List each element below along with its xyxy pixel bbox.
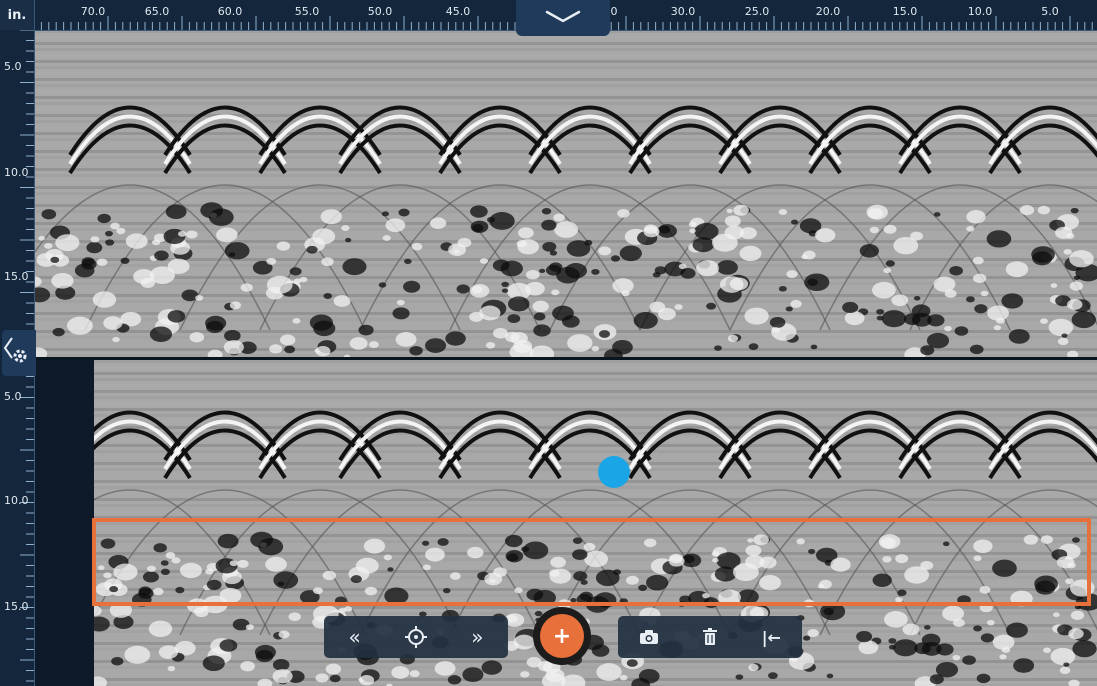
- add-button[interactable]: +: [533, 607, 591, 665]
- depth-tick-label: 5.0: [4, 390, 22, 403]
- edit-toolbar: |←: [618, 616, 802, 658]
- horizontal-tick-label: 45.0: [445, 5, 471, 18]
- trash-icon: [702, 628, 717, 645]
- rewind-button[interactable]: «: [335, 618, 375, 656]
- camera-button[interactable]: [629, 618, 669, 656]
- horizontal-tick-label: 60.0: [217, 5, 243, 18]
- double-chevron-right-icon: »: [471, 625, 484, 649]
- horizontal-tick-label: 55.0: [294, 5, 320, 18]
- camera-icon: [639, 630, 658, 644]
- jump-start-button[interactable]: |←: [751, 618, 791, 656]
- unit-label: in.: [0, 0, 35, 30]
- target-marker[interactable]: [598, 456, 630, 488]
- center-button[interactable]: [396, 618, 436, 656]
- collapse-tab[interactable]: [516, 0, 610, 36]
- double-chevron-left-icon: «: [348, 625, 361, 649]
- delete-button[interactable]: [690, 618, 730, 656]
- horizontal-tick-label: 10.0: [967, 5, 993, 18]
- horizontal-tick-label: 15.0: [892, 5, 918, 18]
- crosshair-icon: [404, 626, 427, 648]
- horizontal-tick-label: 5.0: [1041, 5, 1059, 18]
- gear-icon: [3, 337, 27, 363]
- horizontal-tick-label: 65.0: [144, 5, 170, 18]
- add-button-label: +: [540, 614, 584, 658]
- depth-tick-label: 5.0: [4, 60, 22, 73]
- settings-tab[interactable]: [2, 330, 36, 376]
- horizontal-tick-label: 20.0: [815, 5, 841, 18]
- forward-button[interactable]: »: [457, 618, 497, 656]
- horizontal-tick-label: 70.0: [80, 5, 106, 18]
- radargram-top[interactable]: [34, 30, 1097, 357]
- horizontal-tick-label: 50.0: [367, 5, 393, 18]
- depth-tick-label: 15.0: [4, 600, 29, 613]
- chevron-down-icon: [543, 8, 583, 28]
- horizontal-tick-label: 0: [610, 5, 618, 18]
- jump-to-start-icon: |←: [761, 627, 781, 647]
- selection-rectangle[interactable]: [92, 518, 1091, 606]
- bottom-left-spacer: [34, 360, 94, 686]
- horizontal-tick-label: 25.0: [744, 5, 770, 18]
- horizontal-tick-label: 30.0: [670, 5, 696, 18]
- depth-tick-label: 10.0: [4, 494, 29, 507]
- navigation-toolbar: « »: [324, 616, 508, 658]
- depth-tick-label: 10.0: [4, 166, 29, 179]
- depth-tick-label: 15.0: [4, 270, 29, 283]
